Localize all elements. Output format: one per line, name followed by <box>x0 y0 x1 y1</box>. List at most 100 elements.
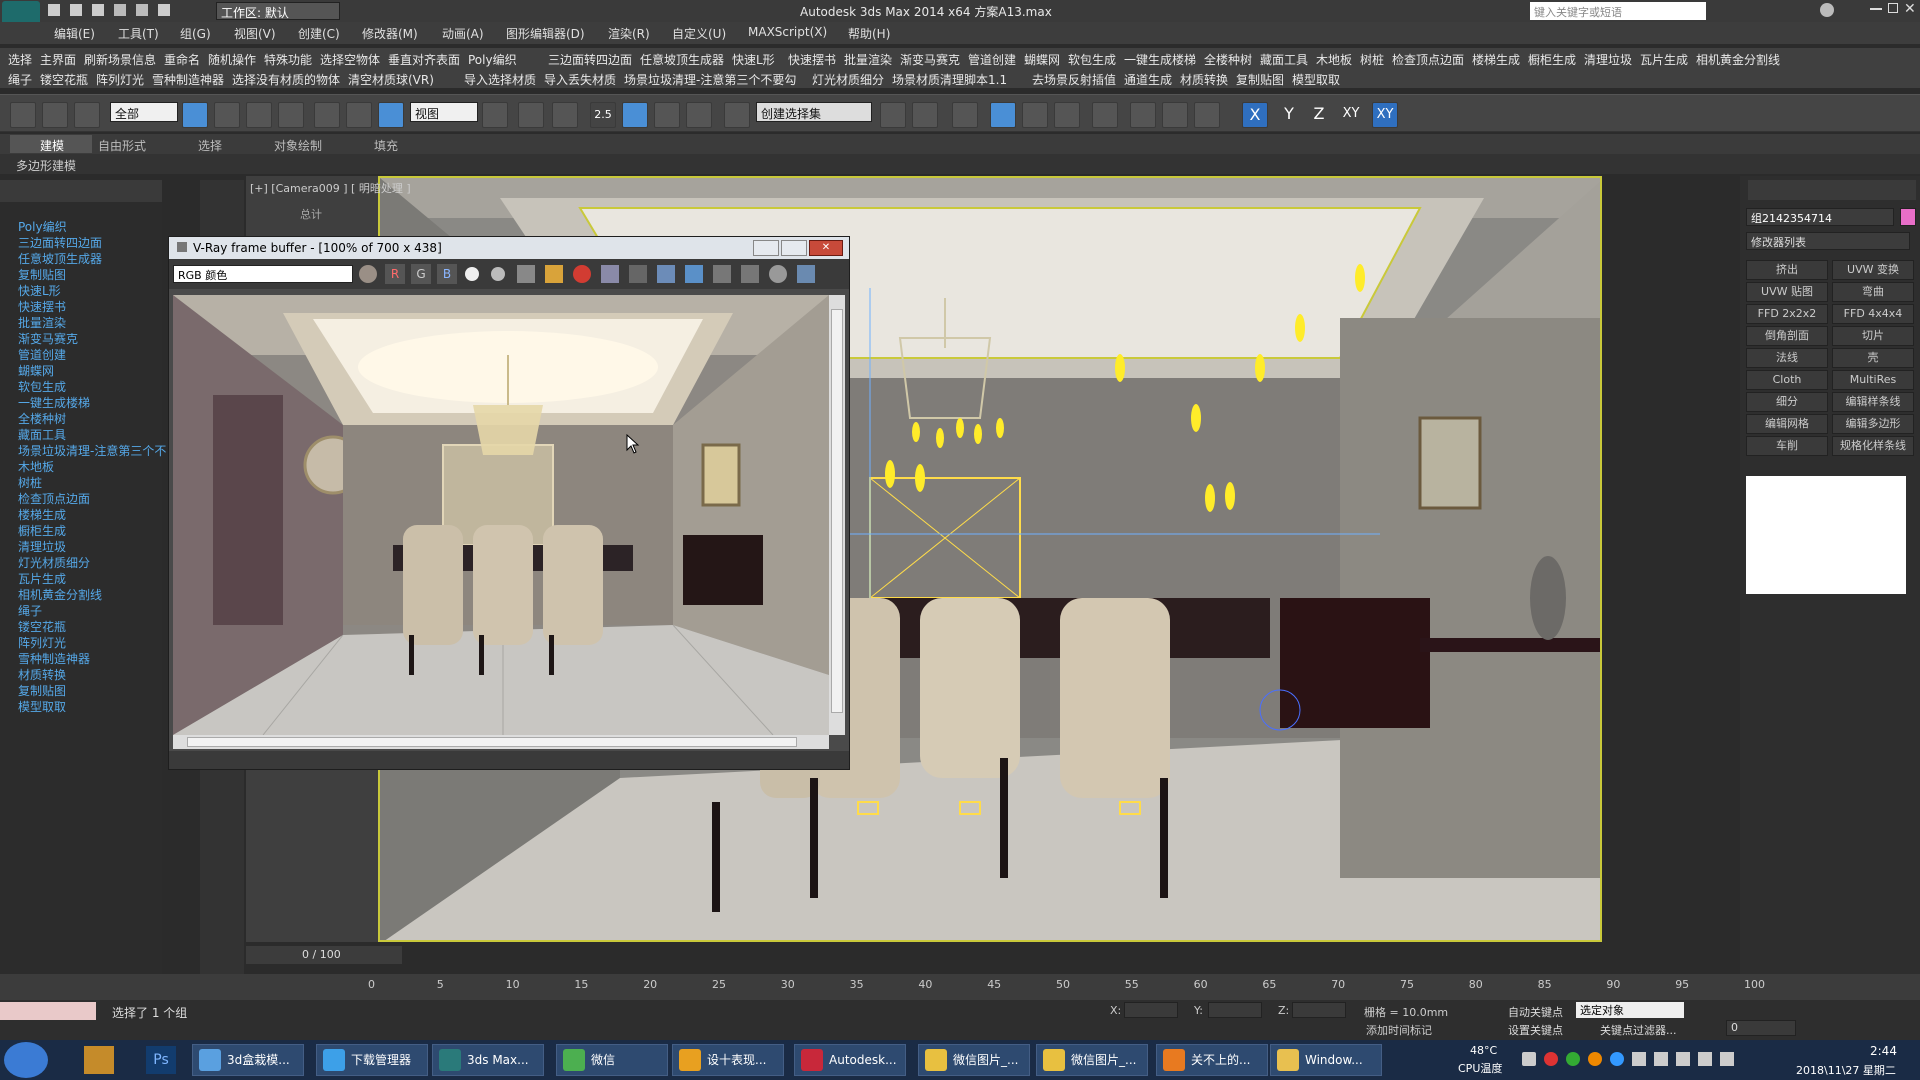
clock-date[interactable]: 2018\11\27 星期二 <box>1796 1062 1896 1078</box>
menu-rendering[interactable]: 渲染(R) <box>608 25 650 42</box>
left-panel-item[interactable]: 蝴蝶网 <box>18 362 54 379</box>
plugin-button[interactable]: 模型取取 <box>1292 71 1340 88</box>
plugin-button[interactable]: 镂空花瓶 <box>40 71 88 88</box>
modifier-button[interactable]: UVW 贴图 <box>1746 282 1828 302</box>
manipulate-icon[interactable] <box>518 102 544 128</box>
plugin-button[interactable]: 相机黄金分割线 <box>1696 51 1780 68</box>
edit-named-sel-icon[interactable] <box>724 102 750 128</box>
left-panel-item[interactable]: 清理垃圾 <box>18 538 66 555</box>
taskbar-item[interactable]: Autodesk... <box>794 1044 906 1076</box>
render-production-icon[interactable] <box>1194 102 1220 128</box>
key-mode-select[interactable]: 选定对象 <box>1576 1002 1684 1018</box>
left-panel-item[interactable]: 检查顶点边面 <box>18 490 90 507</box>
taskbar-item[interactable]: 下载管理器 <box>316 1044 428 1076</box>
menu-maxscript[interactable]: MAXScript(X) <box>748 25 827 39</box>
vfb-titlebar[interactable]: V-Ray frame buffer - [100% of 700 x 438]… <box>169 237 849 259</box>
modifier-button[interactable]: 细分 <box>1746 392 1828 412</box>
modifier-button[interactable]: 挤出 <box>1746 260 1828 280</box>
vfb-clear-icon[interactable] <box>573 265 591 283</box>
pivot-center-icon[interactable] <box>482 102 508 128</box>
menu-view[interactable]: 视图(V) <box>234 25 276 42</box>
keyboard-shortcut-icon[interactable] <box>552 102 578 128</box>
add-time-tag[interactable]: 添加时间标记 <box>1366 1022 1432 1038</box>
modifier-button[interactable]: 编辑多边形 <box>1832 414 1914 434</box>
left-panel-item[interactable]: 瓦片生成 <box>18 570 66 587</box>
left-panel-item[interactable]: 场景垃圾清理-注意第三个不 <box>18 442 166 459</box>
selection-filter-select[interactable]: 全部 <box>110 102 178 122</box>
left-panel-item[interactable]: 木地板 <box>18 458 54 475</box>
tab-object-paint[interactable]: 对象绘制 <box>274 137 322 154</box>
plugin-button[interactable]: 管道创建 <box>968 51 1016 68</box>
axis-y-button[interactable]: Y <box>1276 102 1302 128</box>
menu-graph-editors[interactable]: 图形编辑器(D) <box>506 25 585 42</box>
vfb-load-icon[interactable] <box>545 265 563 283</box>
plugin-button[interactable]: 清空材质球(VR) <box>348 71 434 88</box>
menu-create[interactable]: 创建(C) <box>298 25 340 42</box>
key-filters-button[interactable]: 关键点过滤器... <box>1600 1022 1677 1038</box>
workspace-select[interactable]: 工作区: 默认 <box>216 2 340 20</box>
set-key-button[interactable]: 设置关键点 <box>1508 1022 1563 1038</box>
taskbar-item[interactable]: 微信 <box>556 1044 668 1076</box>
axis-z-button[interactable]: Z <box>1306 102 1332 128</box>
plugin-button[interactable]: 选择 <box>8 51 32 68</box>
plugin-button[interactable]: 任意坡顶生成器 <box>640 51 724 68</box>
link-icon[interactable] <box>10 102 36 128</box>
modifier-stack[interactable] <box>1746 476 1906 594</box>
vfb-maximize-button[interactable] <box>781 240 807 256</box>
menu-edit[interactable]: 编辑(E) <box>54 25 95 42</box>
plugin-button[interactable]: Poly编织 <box>468 51 517 68</box>
modifier-button[interactable]: FFD 4x4x4 <box>1832 304 1914 324</box>
plugin-button[interactable]: 瓦片生成 <box>1640 51 1688 68</box>
left-panel-item[interactable]: 绳子 <box>18 602 42 619</box>
plugin-button[interactable]: 材质转换 <box>1180 71 1228 88</box>
modifier-button[interactable]: Cloth <box>1746 370 1828 390</box>
left-panel-item[interactable]: 软包生成 <box>18 378 66 395</box>
command-panel-tabs[interactable] <box>1748 180 1916 200</box>
time-slider[interactable]: 0 / 100 <box>246 946 402 964</box>
layer-manager-icon[interactable] <box>952 102 978 128</box>
select-by-name-icon[interactable] <box>214 102 240 128</box>
plugin-button[interactable]: 复制贴图 <box>1236 71 1284 88</box>
plugin-button[interactable]: 蝴蝶网 <box>1024 51 1060 68</box>
plugin-button[interactable]: 软包生成 <box>1068 51 1116 68</box>
vfb-alpha-icon[interactable] <box>465 267 479 281</box>
maxscript-listener-field[interactable] <box>0 1002 96 1020</box>
left-panel-item[interactable]: 渐变马赛克 <box>18 330 78 347</box>
left-panel-item[interactable]: 一键生成楼梯 <box>18 394 90 411</box>
angle-snap-icon[interactable] <box>622 102 648 128</box>
close-button[interactable]: ✕ <box>1904 1 1916 17</box>
modifier-button[interactable]: 弯曲 <box>1832 282 1914 302</box>
plugin-button[interactable]: 雪种制造神器 <box>152 71 224 88</box>
vfb-region-render-icon[interactable] <box>629 265 647 283</box>
left-panel-item[interactable]: 全楼种树 <box>18 410 66 427</box>
modifier-button[interactable]: MultiRes <box>1832 370 1914 390</box>
y-coord-field[interactable] <box>1208 1002 1262 1018</box>
vfb-blue-channel-button[interactable]: B <box>437 264 457 284</box>
z-coord-field[interactable] <box>1292 1002 1346 1018</box>
x-coord-field[interactable] <box>1124 1002 1178 1018</box>
maximize-button[interactable] <box>1888 3 1898 13</box>
plugin-button[interactable]: 重命名 <box>164 51 200 68</box>
plugin-button[interactable]: 绳子 <box>8 71 32 88</box>
left-panel-item[interactable]: 三边面转四边面 <box>18 234 102 251</box>
vfb-render-icon[interactable] <box>797 265 815 283</box>
left-panel-item[interactable]: Poly编织 <box>18 218 67 235</box>
plugin-button[interactable]: 场景材质清理脚本1.1 <box>892 71 1007 88</box>
help-icon[interactable] <box>1820 3 1834 17</box>
rendered-frame-window-icon[interactable] <box>1162 102 1188 128</box>
taskbar-item[interactable]: 3ds Max... <box>432 1044 544 1076</box>
plugin-button[interactable]: 快速L形 <box>732 51 775 68</box>
plugin-button[interactable]: 去场景反射插值 <box>1032 71 1116 88</box>
taskbar-item[interactable]: 设十表现... <box>672 1044 784 1076</box>
ribbon-sub-label[interactable]: 多边形建模 <box>16 157 76 174</box>
menu-group[interactable]: 组(G) <box>180 25 211 42</box>
ribbon-toggle-icon[interactable] <box>990 102 1016 128</box>
rect-selection-icon[interactable] <box>246 102 272 128</box>
plugin-button[interactable]: 随机操作 <box>208 51 256 68</box>
menu-modifiers[interactable]: 修改器(M) <box>362 25 418 42</box>
schematic-view-icon[interactable] <box>1054 102 1080 128</box>
left-panel-item[interactable]: 复制贴图 <box>18 266 66 283</box>
plugin-button[interactable]: 楼梯生成 <box>1472 51 1520 68</box>
plugin-button[interactable]: 木地板 <box>1316 51 1352 68</box>
vfb-duplicate-icon[interactable] <box>601 265 619 283</box>
